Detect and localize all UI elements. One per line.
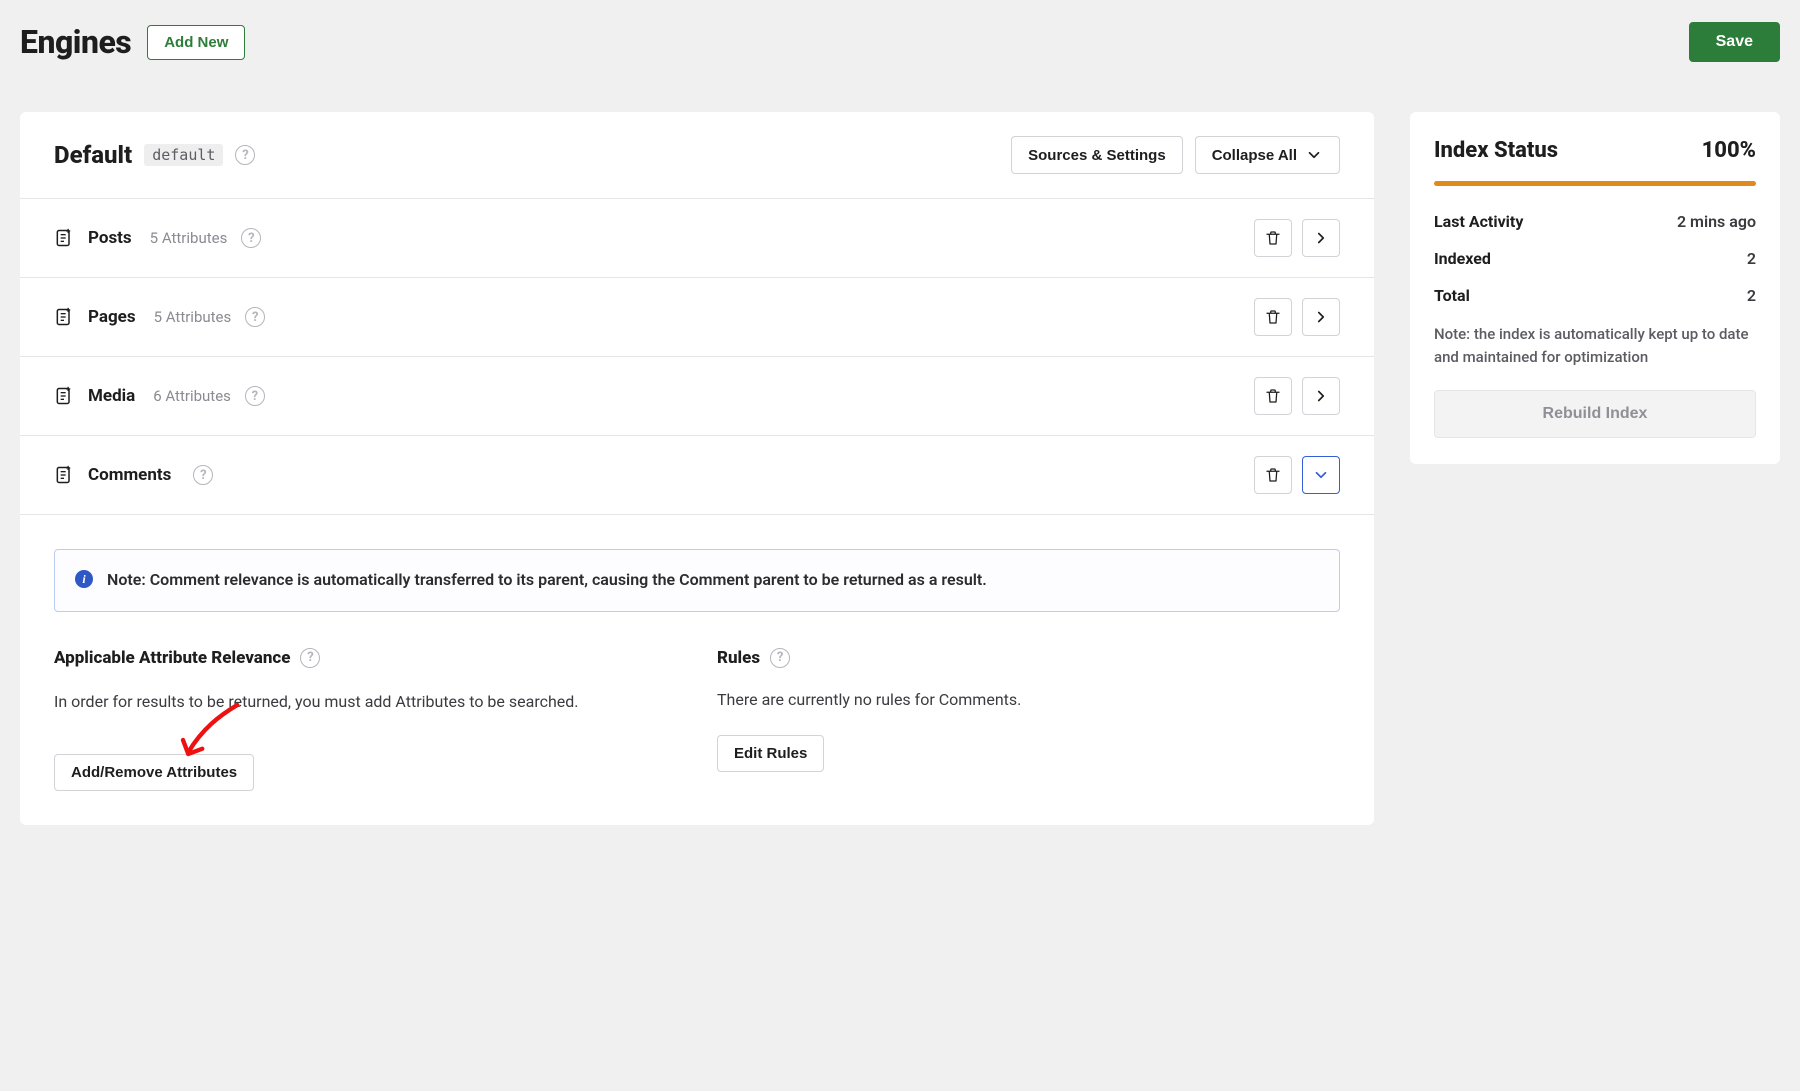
total-label: Total bbox=[1434, 286, 1470, 305]
add-remove-attributes-button[interactable]: Add/Remove Attributes bbox=[54, 754, 254, 791]
info-note-text: Note: Comment relevance is automatically… bbox=[107, 568, 987, 593]
help-icon[interactable]: ? bbox=[245, 307, 265, 327]
collapse-all-label: Collapse All bbox=[1212, 147, 1297, 164]
page-header: Engines Add New Save bbox=[20, 22, 1780, 62]
engine-card: Default default ? Sources & Settings Col… bbox=[20, 112, 1374, 825]
document-icon bbox=[54, 306, 74, 328]
delete-button[interactable] bbox=[1254, 377, 1292, 415]
info-note: i Note: Comment relevance is automatical… bbox=[54, 549, 1340, 612]
index-status-sidebar: Index Status 100% Last Activity 2 mins a… bbox=[1410, 112, 1780, 464]
rebuild-index-button[interactable]: Rebuild Index bbox=[1434, 390, 1756, 438]
source-meta: 5 Attributes bbox=[154, 308, 232, 326]
expand-button[interactable] bbox=[1302, 298, 1340, 336]
rules-column: Rules ? There are currently no rules for… bbox=[717, 648, 1340, 791]
expand-button[interactable] bbox=[1302, 377, 1340, 415]
delete-button[interactable] bbox=[1254, 456, 1292, 494]
source-meta: 5 Attributes bbox=[150, 229, 228, 247]
sources-settings-button[interactable]: Sources & Settings bbox=[1011, 136, 1183, 174]
source-name: Posts bbox=[88, 228, 132, 248]
trash-icon bbox=[1264, 387, 1282, 405]
rules-heading: Rules bbox=[717, 648, 760, 668]
sidebar-note: Note: the index is automatically kept up… bbox=[1434, 323, 1756, 368]
source-row-posts: Posts 5 Attributes ? bbox=[20, 199, 1374, 278]
delete-button[interactable] bbox=[1254, 298, 1292, 336]
document-icon bbox=[54, 227, 74, 249]
source-name: Media bbox=[88, 386, 135, 406]
indexed-label: Indexed bbox=[1434, 249, 1491, 268]
help-icon[interactable]: ? bbox=[235, 145, 255, 165]
source-row-pages: Pages 5 Attributes ? bbox=[20, 278, 1374, 357]
chevron-right-icon bbox=[1312, 229, 1330, 247]
document-icon bbox=[54, 464, 74, 486]
edit-rules-button[interactable]: Edit Rules bbox=[717, 735, 824, 772]
index-percent: 100% bbox=[1702, 138, 1756, 163]
page-title: Engines bbox=[20, 23, 131, 61]
source-row-comments: Comments ? bbox=[20, 436, 1374, 515]
save-button[interactable]: Save bbox=[1689, 22, 1780, 62]
add-new-button[interactable]: Add New bbox=[147, 25, 245, 60]
chevron-down-icon bbox=[1305, 146, 1323, 164]
chevron-right-icon bbox=[1312, 308, 1330, 326]
help-icon[interactable]: ? bbox=[770, 648, 790, 668]
source-meta: 6 Attributes bbox=[153, 387, 231, 405]
source-name: Comments bbox=[88, 465, 171, 485]
attributes-heading: Applicable Attribute Relevance bbox=[54, 648, 290, 668]
sidebar-title: Index Status bbox=[1434, 138, 1558, 163]
progress-bar bbox=[1434, 181, 1756, 186]
attributes-body: In order for results to be returned, you… bbox=[54, 690, 677, 714]
collapse-button[interactable] bbox=[1302, 456, 1340, 494]
expand-button[interactable] bbox=[1302, 219, 1340, 257]
source-row-media: Media 6 Attributes ? bbox=[20, 357, 1374, 436]
help-icon[interactable]: ? bbox=[300, 648, 320, 668]
last-activity-label: Last Activity bbox=[1434, 212, 1523, 231]
progress-fill bbox=[1434, 181, 1756, 186]
help-icon[interactable]: ? bbox=[245, 386, 265, 406]
help-icon[interactable]: ? bbox=[193, 465, 213, 485]
help-icon[interactable]: ? bbox=[241, 228, 261, 248]
engine-name: Default bbox=[54, 141, 132, 169]
source-name: Pages bbox=[88, 307, 136, 327]
last-activity-value: 2 mins ago bbox=[1677, 212, 1756, 231]
comments-panel: i Note: Comment relevance is automatical… bbox=[20, 515, 1374, 825]
chevron-right-icon bbox=[1312, 387, 1330, 405]
attributes-column: Applicable Attribute Relevance ? In orde… bbox=[54, 648, 677, 791]
delete-button[interactable] bbox=[1254, 219, 1292, 257]
trash-icon bbox=[1264, 308, 1282, 326]
collapse-all-button[interactable]: Collapse All bbox=[1195, 136, 1340, 174]
info-icon: i bbox=[75, 570, 93, 588]
engine-slug-badge: default bbox=[144, 144, 223, 166]
chevron-down-icon bbox=[1312, 466, 1330, 484]
indexed-value: 2 bbox=[1747, 249, 1756, 268]
total-value: 2 bbox=[1747, 286, 1756, 305]
document-icon bbox=[54, 385, 74, 407]
trash-icon bbox=[1264, 229, 1282, 247]
rules-body: There are currently no rules for Comment… bbox=[717, 690, 1340, 709]
trash-icon bbox=[1264, 466, 1282, 484]
